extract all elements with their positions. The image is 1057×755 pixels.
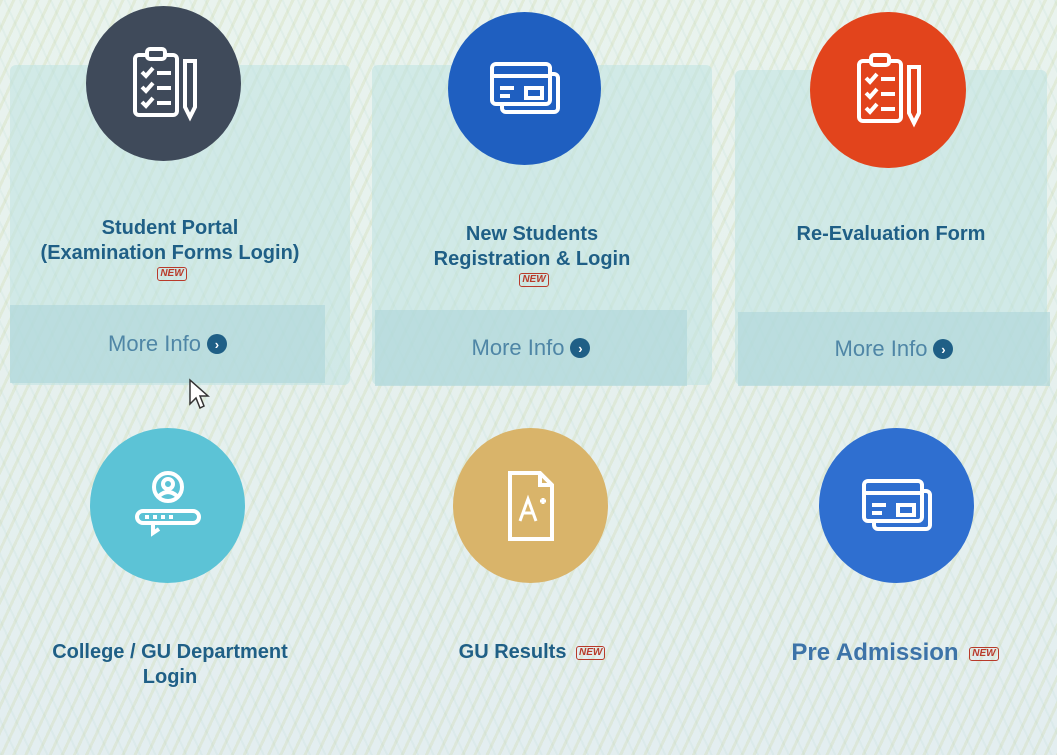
student-portal-title-line2[interactable]: (Examination Forms Login) xyxy=(41,242,300,264)
grade-document-icon xyxy=(507,470,554,541)
clipboard-checklist-icon xyxy=(857,53,921,128)
gu-results-label[interactable]: GU Results xyxy=(459,641,567,663)
new-badge: NEW xyxy=(519,272,549,287)
college-login-title-line1[interactable]: College / GU Department xyxy=(52,641,288,663)
re-evaluation-title-line1[interactable]: Re-Evaluation Form xyxy=(797,223,986,245)
chevron-right-icon: › xyxy=(206,334,227,354)
chevron-right-icon: › xyxy=(933,339,954,359)
new-badge: NEW xyxy=(969,646,999,661)
pre-admission-title[interactable]: Pre Admission NEW xyxy=(735,640,1055,665)
new-badge: NEW xyxy=(157,266,187,281)
new-students-icon-circle[interactable] xyxy=(448,12,601,165)
id-card-icon xyxy=(861,478,932,531)
college-login-icon-circle[interactable] xyxy=(90,428,245,583)
tile-pre-admission[interactable]: Pre Admission NEW xyxy=(735,400,1055,720)
re-evaluation-icon-circle[interactable] xyxy=(810,12,966,168)
tile-gu-results[interactable]: GU Results NEW xyxy=(372,400,692,720)
new-students-more-info[interactable]: More Info › xyxy=(375,310,687,386)
mouse-cursor-icon xyxy=(189,378,210,410)
more-info-label: More Info xyxy=(108,331,201,356)
pre-admission-icon-circle[interactable] xyxy=(819,428,974,583)
clipboard-checklist-icon xyxy=(132,46,197,121)
student-portal-icon-circle[interactable] xyxy=(86,6,241,161)
chevron-right-icon: › xyxy=(570,338,591,358)
college-login-title-line2[interactable]: Login xyxy=(143,666,197,688)
student-portal-title[interactable]: Student Portal (Examination Forms Login)… xyxy=(10,216,330,281)
pre-admission-label[interactable]: Pre Admission xyxy=(791,639,958,666)
new-students-title[interactable]: New Students Registration & Login NEW xyxy=(372,222,692,287)
re-evaluation-more-info[interactable]: More Info › xyxy=(738,312,1050,386)
gu-results-title[interactable]: GU Results NEW xyxy=(372,640,692,665)
new-badge: NEW xyxy=(576,645,606,660)
user-login-icon xyxy=(134,470,201,537)
tile-college-login[interactable]: College / GU Department Login xyxy=(10,400,330,720)
student-portal-title-line1[interactable]: Student Portal xyxy=(102,217,239,239)
re-evaluation-title[interactable]: Re-Evaluation Form xyxy=(735,222,1047,247)
more-info-label: More Info xyxy=(834,336,928,361)
college-login-title[interactable]: College / GU Department Login xyxy=(10,640,330,690)
new-students-title-line1[interactable]: New Students xyxy=(466,223,598,245)
more-info-label: More Info xyxy=(471,335,565,360)
gu-results-icon-circle[interactable] xyxy=(453,428,608,583)
id-card-icon xyxy=(489,61,560,114)
student-portal-more-info[interactable]: More Info › xyxy=(10,305,325,383)
new-students-title-line2[interactable]: Registration & Login xyxy=(434,248,631,270)
